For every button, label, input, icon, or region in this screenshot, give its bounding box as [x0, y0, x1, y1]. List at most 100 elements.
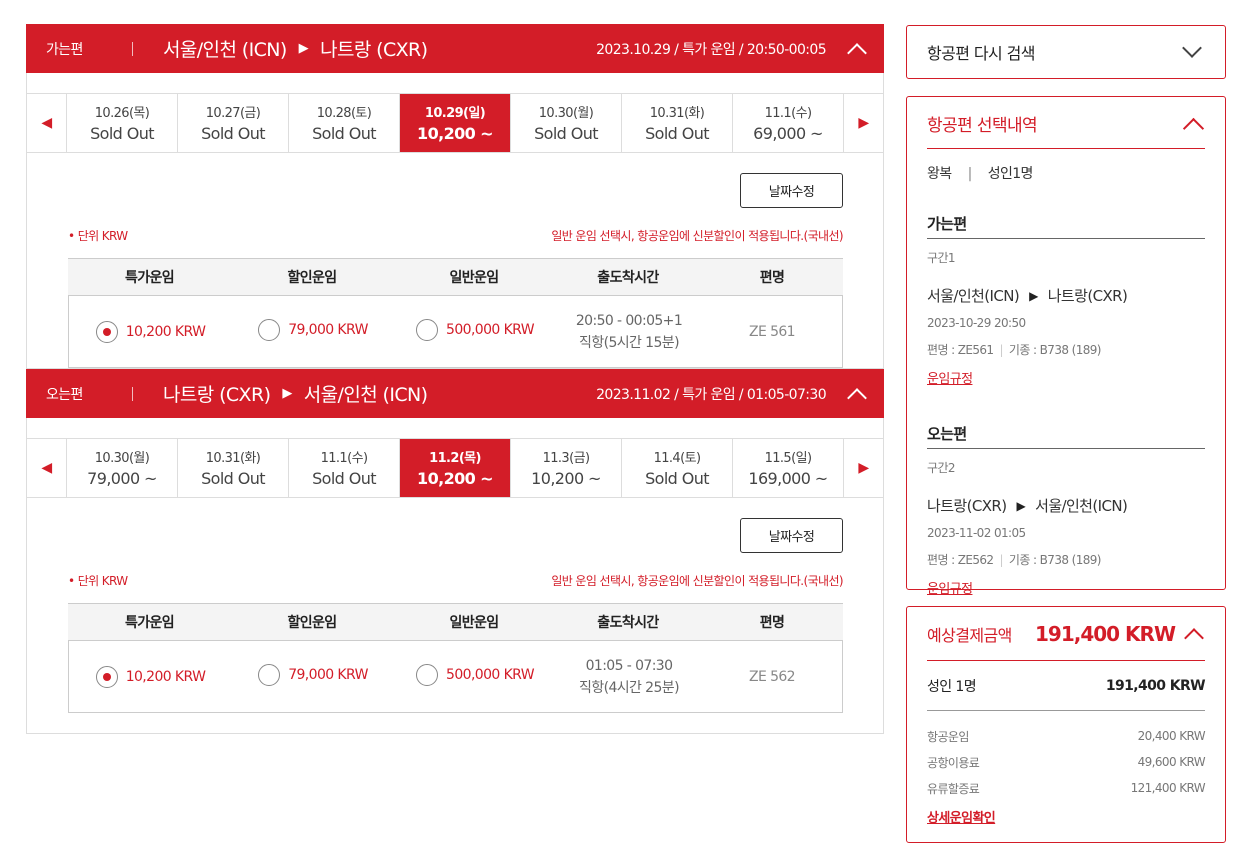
date-option[interactable]: 11.3(금) 10,200 ~	[511, 439, 622, 497]
date-label: 11.1(수)	[764, 106, 812, 121]
leg-section: 구간1	[927, 251, 956, 265]
radio-icon	[258, 318, 281, 341]
date-label: 10.29(일)	[424, 106, 486, 121]
leg-title: 가는편	[927, 213, 1205, 239]
date-price: 10,200 ~	[417, 124, 494, 143]
schedule: 01:05 - 07:30 직항(4시간 25분)	[556, 655, 702, 699]
col-schedule: 출도착시간	[597, 270, 659, 286]
discount-fare-radio[interactable]: 79,000 KRW	[258, 318, 368, 341]
col-normal-fare: 일반운임	[449, 615, 499, 631]
date-option[interactable]: 10.30(월) 79,000 ~	[67, 439, 178, 497]
fare-rules-link[interactable]: 운임규정	[927, 368, 973, 387]
date-option[interactable]: 11.1(수) Sold Out	[289, 439, 400, 497]
outbound-header[interactable]: 가는편 서울/인천 (ICN) ▶ 나트랑 (CXR) 2023.10.29 /…	[26, 24, 884, 73]
dep-arr-time: 01:05 - 07:30	[585, 657, 673, 674]
flight-number: ZE 561	[748, 323, 796, 340]
trip-summary: 왕복 | 성인1명	[927, 163, 1205, 183]
normal-fare-radio[interactable]: 500,000 KRW	[416, 663, 535, 686]
next-dates-button[interactable]: ▶	[844, 439, 883, 497]
date-price: 169,000 ~	[748, 469, 828, 488]
special-fare-radio[interactable]: 10,200 KRW	[95, 665, 206, 688]
breakdown-value: 20,400 KRW	[1137, 729, 1206, 743]
passenger-total: 191,400 KRW	[1105, 677, 1206, 694]
col-discount-fare: 할인운임	[287, 270, 337, 286]
col-flight: 편명	[759, 615, 785, 631]
chevron-down-icon	[1182, 38, 1202, 58]
segment-info: 2023.11.02 / 특가 운임 / 01:05-07:30	[596, 386, 827, 403]
date-option[interactable]: 11.4(토) Sold Out	[622, 439, 733, 497]
chevron-up-icon[interactable]	[1182, 117, 1205, 140]
divider	[132, 41, 133, 56]
chevron-up-icon[interactable]	[847, 42, 867, 63]
date-price: 10,200 ~	[417, 469, 494, 488]
fare-amount: 79,000 KRW	[288, 321, 368, 338]
chevron-up-icon[interactable]	[1184, 627, 1204, 648]
arrow-right-icon: ▶	[282, 386, 292, 401]
leg-route: 나트랑(CXR) ▶ 서울/인천(ICN)	[927, 495, 1205, 516]
date-option[interactable]: 10.31(화) Sold Out	[622, 94, 733, 152]
modify-date-button[interactable]: 날짜수정	[740, 518, 843, 553]
inbound-segment: 오는편 나트랑 (CXR) ▶ 서울/인천 (ICN) 2023.11.02 /…	[26, 369, 884, 734]
date-option[interactable]: 10.28(토) Sold Out	[289, 94, 400, 152]
col-special-fare: 특가운임	[124, 615, 175, 631]
arrow-right-icon: ▶	[1016, 498, 1026, 513]
date-option-selected[interactable]: 10.29(일) 10,200 ~	[400, 94, 511, 152]
date-label: 10.30(월)	[538, 106, 594, 121]
inbound-header[interactable]: 오는편 나트랑 (CXR) ▶ 서울/인천 (ICN) 2023.11.02 /…	[26, 369, 884, 418]
prev-dates-button[interactable]: ◀	[27, 439, 66, 497]
date-option[interactable]: 10.31(화) Sold Out	[178, 439, 289, 497]
breakdown-value: 49,600 KRW	[1137, 755, 1206, 769]
fare-panel: 날짜수정 • 단위 KRW 일반 운임 선택시, 항공운임에 신분할인이 적용됩…	[27, 153, 883, 368]
date-option[interactable]: 11.1(수) 69,000 ~	[733, 94, 843, 152]
selection-title: 항공편 선택내역	[927, 97, 1205, 149]
selection-summary: 항공편 선택내역 왕복 | 성인1명 가는편 구간1 서울/인천(ICN) ▶ 나트…	[906, 96, 1226, 597]
special-fare-radio[interactable]: 10,200 KRW	[95, 320, 206, 343]
fare-amount: 10,200 KRW	[125, 323, 206, 340]
segment-direction: 가는편	[46, 41, 83, 58]
research-flights-button[interactable]: 항공편 다시 검색	[906, 25, 1226, 79]
trip-type: 왕복	[927, 166, 952, 182]
payment-total: 191,400 KRW	[1034, 621, 1176, 646]
date-option[interactable]: 10.27(금) Sold Out	[178, 94, 289, 152]
chevron-up-icon[interactable]	[847, 387, 867, 408]
leg-origin: 서울/인천(ICN)	[927, 287, 1020, 305]
fare-table: 특가운임 할인운임 일반운임 출도착시간 편명 10,200 KRW 79,00…	[68, 258, 843, 368]
triangle-left-icon: ◀	[41, 115, 52, 131]
payment-breakdown: 항공운임 20,400 KRW 공항이용료 49,600 KRW 유류할증료 121,…	[927, 723, 1206, 801]
segment-route: 나트랑 (CXR) ▶ 서울/인천 (ICN)	[163, 380, 428, 407]
discount-notice: 일반 운임 선택시, 항공운임에 신분할인이 적용됩니다.(국내선)	[551, 574, 843, 588]
date-label: 11.2(목)	[429, 451, 481, 466]
leg-flight-info: 편명 : ZE561 | 기종 : B738 (189)	[927, 341, 1205, 358]
breakdown-label: 유류할증료	[927, 781, 980, 796]
modify-date-button[interactable]: 날짜수정	[740, 173, 843, 208]
fare-amount: 500,000 KRW	[446, 321, 535, 338]
prev-dates-button[interactable]: ◀	[27, 94, 66, 152]
fare-detail-link[interactable]: 상세운임확인	[927, 807, 996, 826]
next-dates-button[interactable]: ▶	[844, 94, 883, 152]
date-price: Sold Out	[90, 124, 154, 143]
date-option[interactable]: 10.30(월) Sold Out	[511, 94, 622, 152]
passenger-count: 성인1명	[987, 166, 1034, 182]
breakdown-label: 항공운임	[927, 729, 969, 744]
discount-fare-radio[interactable]: 79,000 KRW	[258, 663, 368, 686]
date-option-selected[interactable]: 11.2(목) 10,200 ~	[400, 439, 511, 497]
date-list: 10.30(월) 79,000 ~ 10.31(화) Sold Out 11.1(수…	[66, 439, 844, 497]
radio-checked-icon	[95, 665, 118, 688]
segment-direction: 오는편	[46, 386, 83, 403]
normal-fare-radio[interactable]: 500,000 KRW	[416, 318, 535, 341]
date-option[interactable]: 10.26(목) Sold Out	[67, 94, 178, 152]
col-schedule: 출도착시간	[597, 615, 659, 631]
date-option[interactable]: 11.5(일) 169,000 ~	[733, 439, 843, 497]
breakdown-value: 121,400 KRW	[1130, 781, 1206, 795]
triangle-left-icon: ◀	[41, 460, 52, 476]
segment-info: 2023.10.29 / 특가 운임 / 20:50-00:05	[596, 41, 827, 58]
selection-title-text: 항공편 선택내역	[927, 116, 1038, 136]
fare-amount: 79,000 KRW	[288, 666, 368, 683]
date-label: 10.27(금)	[205, 106, 261, 121]
leg-datetime: 2023-11-02 01:05	[927, 526, 1026, 540]
duration: 직항(5시간 15분)	[579, 334, 680, 351]
fare-rules-link[interactable]: 운임규정	[927, 578, 973, 597]
destination: 나트랑 (CXR)	[320, 39, 428, 61]
research-label: 항공편 다시 검색	[927, 44, 1035, 63]
currency-unit: • 단위 KRW	[68, 574, 128, 588]
